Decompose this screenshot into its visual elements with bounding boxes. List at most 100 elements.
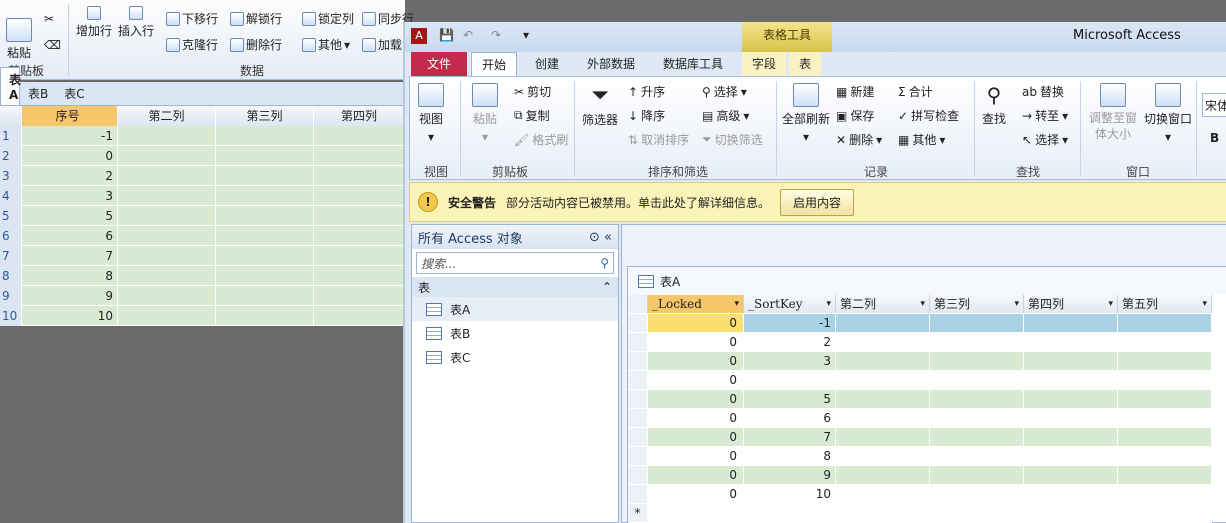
cell[interactable] [1118,447,1212,466]
cell[interactable] [1024,485,1118,504]
cell[interactable] [1024,333,1118,352]
search-icon[interactable]: ⚲ [600,256,609,270]
cell[interactable] [314,186,405,206]
save-record-button[interactable]: ▣ 保存 [836,107,874,124]
bg-tab-a[interactable]: 表A [0,67,21,105]
cell[interactable] [314,126,405,146]
cell-locked[interactable]: 0 [648,428,744,447]
cell[interactable] [118,306,216,326]
row-number[interactable]: 5 [0,206,22,226]
table-row[interactable]: 07 [628,428,1226,447]
nav-item-table-a[interactable]: 表A [412,297,618,321]
cell[interactable] [836,371,930,390]
cell-locked[interactable]: 0 [648,352,744,371]
bg-tab-c[interactable]: 表C [56,82,92,105]
cell[interactable]: 3 [22,186,118,206]
cell-locked[interactable]: 0 [648,333,744,352]
nav-item-table-b[interactable]: 表B [412,321,618,345]
row-number[interactable]: 4 [0,186,22,206]
record-selector[interactable] [628,352,648,371]
tab-table[interactable]: 表 [789,52,822,76]
bg-col-header[interactable]: 第三列 [216,106,314,126]
clear-sort-button[interactable]: ⇅ 取消排序 [628,131,689,148]
row-number[interactable]: 2 [0,146,22,166]
column-header[interactable]: _SortKey ▾ [744,295,836,314]
bg-other-button[interactable]: 其他 ▾ [302,36,350,53]
cell[interactable] [216,306,314,326]
cell[interactable] [216,186,314,206]
cell-locked[interactable]: 0 [648,390,744,409]
row-number[interactable]: 8 [0,266,22,286]
cell[interactable] [836,390,930,409]
cell[interactable] [836,314,930,333]
enable-content-button[interactable]: 启用内容 [780,188,855,216]
cell-sortkey[interactable]: 5 [744,390,836,409]
new-record-button[interactable]: ▦ 新建 [836,83,874,100]
cell[interactable] [1024,409,1118,428]
cell-locked[interactable]: 0 [648,314,744,333]
record-selector[interactable] [628,409,648,428]
more-button[interactable]: ▦ 其他 ▾ [898,131,945,148]
cell[interactable] [930,466,1024,485]
cell[interactable] [930,447,1024,466]
table-row[interactable]: 06 [628,409,1226,428]
cell[interactable] [836,409,930,428]
bg-tab-b[interactable]: 表B [20,82,56,105]
nav-dropdown-icon[interactable]: ⊙ [589,230,600,245]
table-row[interactable]: 02 [628,333,1226,352]
bg-unlock-row-button[interactable]: 解锁行 [230,10,282,27]
cell[interactable]: 8 [22,266,118,286]
cell[interactable] [216,266,314,286]
selection-button[interactable]: ⚲ 选择 ▾ [702,83,747,100]
record-selector[interactable] [628,390,648,409]
cell-sortkey[interactable]: 7 [744,428,836,447]
delete-record-button[interactable]: ✕ 删除 ▾ [836,131,882,148]
tab-file[interactable]: 文件 [411,52,467,76]
column-header[interactable]: 第五列 ▾ [1118,295,1212,314]
cell[interactable] [216,286,314,306]
cell[interactable]: 6 [22,226,118,246]
view-button[interactable]: 视图 ▾ [418,83,444,144]
replace-button[interactable]: ab 替换 [1022,83,1064,100]
cell[interactable] [314,226,405,246]
spelling-button[interactable]: ✓ 拼写检查 [898,107,959,124]
cell[interactable] [1118,466,1212,485]
cell[interactable] [836,333,930,352]
select-all-cell[interactable] [628,295,648,314]
cell-sortkey[interactable]: 9 [744,466,836,485]
cell[interactable] [930,409,1024,428]
corner-cell[interactable] [0,106,22,126]
cell[interactable] [314,166,405,186]
cell[interactable] [836,352,930,371]
cell[interactable] [1118,352,1212,371]
tab-external-data[interactable]: 外部数据 [577,52,645,76]
paste-button[interactable]: 粘贴 ▾ [472,83,498,144]
cell[interactable]: 2 [22,166,118,186]
bg-load-button[interactable]: 加载 [362,36,402,53]
cell-sortkey[interactable]: 8 [744,447,836,466]
scissors-icon[interactable]: ✂ [44,12,54,26]
cell[interactable]: 5 [22,206,118,226]
cell[interactable] [314,246,405,266]
chevron-down-icon[interactable]: ▾ [1108,295,1113,314]
cell-locked[interactable]: 0 [648,485,744,504]
sort-ascending-button[interactable]: ↑ 升序 [628,83,665,100]
bg-paste-button[interactable]: 粘贴 [6,18,32,61]
cell[interactable] [314,286,405,306]
cell-locked[interactable]: 0 [648,371,744,390]
cell[interactable] [118,186,216,206]
record-selector[interactable] [628,466,648,485]
cell[interactable] [314,266,405,286]
datasheet-tab[interactable]: 表A [628,267,1226,295]
cell-sortkey[interactable] [744,371,836,390]
record-selector[interactable] [628,333,648,352]
bg-move-down-button[interactable]: 下移行 [166,10,218,27]
bg-clone-row-button[interactable]: 克隆行 [166,36,218,53]
bg-col-header[interactable]: 第二列 [118,106,216,126]
cell[interactable] [930,428,1024,447]
font-select[interactable]: 宋体 [1202,93,1226,117]
copy-button[interactable]: ⧉ 复制 [514,107,550,124]
cell[interactable] [118,226,216,246]
cell[interactable] [314,146,405,166]
cell[interactable] [1024,447,1118,466]
